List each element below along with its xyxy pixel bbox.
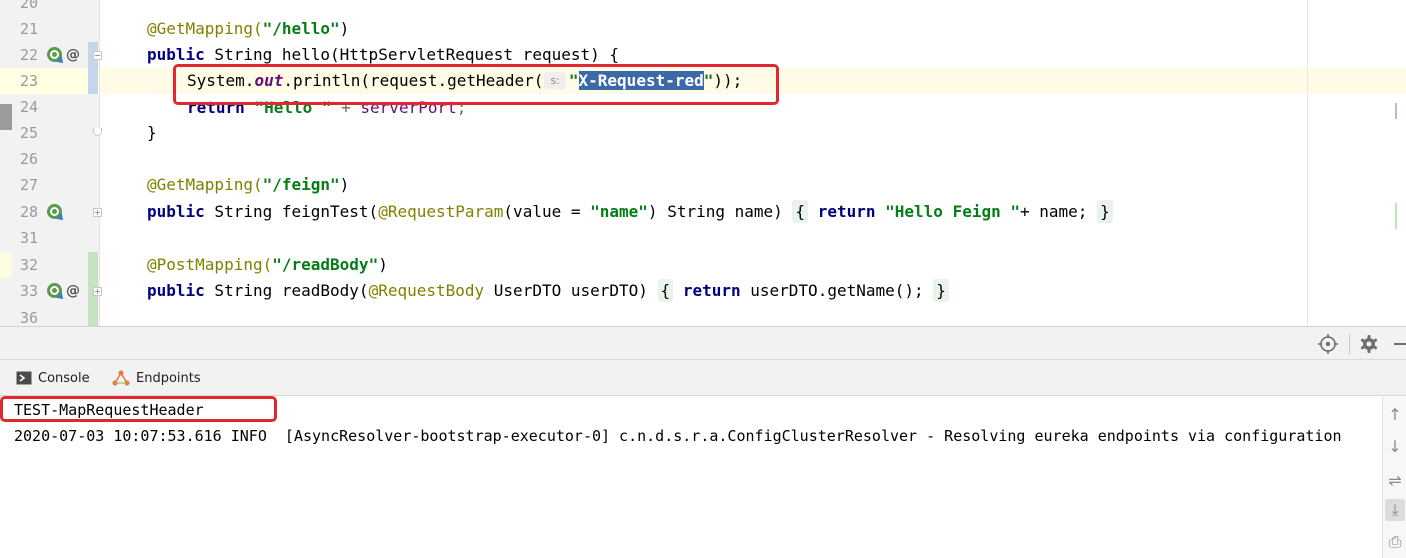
- line-number: 32: [19, 256, 38, 274]
- code-line: 21 @GetMapping("/hello"): [0, 16, 1406, 42]
- code-rest: String feignTest(: [204, 202, 379, 221]
- at-annotation-icon[interactable]: @: [66, 278, 80, 304]
- annotation: @GetMapping(: [147, 175, 263, 194]
- fold-brace: }: [936, 281, 946, 300]
- console-icon: [16, 371, 32, 385]
- endpoints-icon: [112, 370, 130, 386]
- code-rest: userDTO.getName();: [740, 281, 934, 300]
- code-line: 20: [0, 0, 1406, 16]
- annotation: @PostMapping(: [147, 255, 273, 274]
- code-punct: ): [339, 19, 350, 38]
- line-number: 24: [19, 98, 38, 116]
- folded-region[interactable]: }: [1097, 200, 1113, 223]
- line-number: 22: [19, 46, 38, 64]
- print-icon[interactable]: ⎙: [1385, 531, 1405, 553]
- line-number: 20: [19, 0, 38, 12]
- down-arrow-icon[interactable]: ↓: [1385, 435, 1405, 457]
- spring-request-mapping-icon[interactable]: [47, 283, 66, 302]
- line-number: 23: [19, 72, 38, 90]
- up-arrow-icon[interactable]: ↑: [1385, 403, 1405, 425]
- fold-brace: }: [1100, 202, 1110, 221]
- code-rest: (value =: [503, 202, 591, 221]
- code-rest: String readBody(: [204, 281, 369, 300]
- annotation: @RequestBody: [368, 281, 485, 300]
- tool-window-tabs: Console Endpoints: [0, 360, 1406, 396]
- spring-request-mapping-icon[interactable]: [47, 204, 66, 223]
- header-separator: [1349, 334, 1350, 354]
- at-annotation-icon[interactable]: @: [66, 42, 80, 68]
- code-editor[interactable]: 20 21 @GetMapping("/hello") 22 @ public …: [0, 0, 1406, 326]
- keyword: public: [147, 202, 205, 221]
- keyword: public: [147, 281, 205, 300]
- code-punct: ): [378, 255, 388, 274]
- fold-end-marker[interactable]: [93, 128, 102, 136]
- code-text: @GetMapping("/feign"): [147, 172, 349, 198]
- string-literal: "/feign": [262, 175, 340, 194]
- code-line: 26: [0, 146, 1406, 172]
- keyword: public: [147, 45, 205, 64]
- keyword: return: [682, 281, 741, 300]
- code-text: }: [147, 123, 157, 142]
- fold-marker[interactable]: [93, 51, 102, 60]
- string-literal: "name": [590, 202, 648, 221]
- scrollbar-change-mark[interactable]: [1395, 203, 1397, 229]
- highlight-box: [173, 64, 779, 105]
- line-number: 27: [19, 176, 38, 194]
- annotation: @RequestParam: [378, 202, 504, 221]
- keyword: return: [817, 202, 876, 221]
- string-literal: "Hello Feign ": [885, 202, 1020, 221]
- folded-region[interactable]: }: [933, 279, 949, 302]
- code-rest: ) String name): [647, 202, 793, 221]
- tab-endpoints[interactable]: Endpoints: [112, 360, 201, 396]
- code-text: @PostMapping("/readBody"): [147, 252, 388, 278]
- highlight-box: [0, 396, 277, 422]
- line-number: 36: [19, 309, 38, 326]
- annotation: @GetMapping(: [147, 19, 263, 38]
- string-literal: "/readBody": [272, 255, 379, 274]
- code-line: 32 @PostMapping("/readBody"): [0, 252, 1406, 278]
- code-text: @GetMapping("/hello"): [147, 16, 349, 42]
- line-number: 25: [19, 124, 38, 142]
- fold-brace: {: [795, 202, 806, 221]
- fold-brace: {: [660, 281, 671, 300]
- code-rest: + name;: [1020, 202, 1098, 221]
- gear-icon[interactable]: [1358, 333, 1380, 355]
- folded-region[interactable]: {: [657, 279, 674, 302]
- console-line: 2020-07-03 10:07:53.616 INFO [AsyncResol…: [14, 427, 1342, 445]
- scroll-to-end-icon[interactable]: ⤓: [1385, 499, 1405, 521]
- tab-console[interactable]: Console: [16, 360, 90, 396]
- code-line: 27 @GetMapping("/feign"): [0, 172, 1406, 198]
- tab-label: Endpoints: [136, 370, 201, 386]
- code-rest: String hello(HttpServletRequest request)…: [204, 45, 620, 64]
- code-line: 36: [0, 305, 1406, 326]
- soft-wrap-icon[interactable]: ⇌: [1385, 469, 1405, 491]
- code-line: 33 @ public String readBody(@RequestBody…: [0, 278, 1406, 304]
- code-line: 31: [0, 225, 1406, 251]
- line-number: 31: [19, 229, 38, 247]
- code-line: 28 public String feignTest(@RequestParam…: [0, 199, 1406, 225]
- line-number: 26: [19, 150, 38, 168]
- code-punct: ): [339, 175, 350, 194]
- folded-region[interactable]: {: [792, 200, 809, 223]
- code-line: 25 }: [0, 120, 1406, 146]
- minimize-icon[interactable]: [1392, 333, 1406, 355]
- code-text: public String readBody(@RequestBody User…: [147, 278, 949, 304]
- console-side-toolbar: ↑ ↓ ⇌ ⤓ ⎙: [1382, 397, 1406, 558]
- fold-expand-marker[interactable]: [93, 287, 102, 296]
- line-number: 33: [19, 282, 38, 300]
- spring-request-mapping-icon[interactable]: [47, 47, 66, 66]
- string-literal: "/hello": [262, 19, 340, 38]
- fold-expand-marker[interactable]: [93, 208, 102, 217]
- line-number: 28: [19, 203, 38, 221]
- code-text: public String feignTest(@RequestParam(va…: [147, 199, 1113, 225]
- scrollbar-change-mark[interactable]: [1395, 103, 1397, 119]
- code-rest: UserDTO userDTO): [484, 281, 658, 300]
- tab-label: Console: [38, 370, 90, 386]
- line-number: 21: [19, 20, 38, 38]
- tool-window-header: [0, 326, 1406, 360]
- crosshair-icon[interactable]: [1317, 333, 1339, 355]
